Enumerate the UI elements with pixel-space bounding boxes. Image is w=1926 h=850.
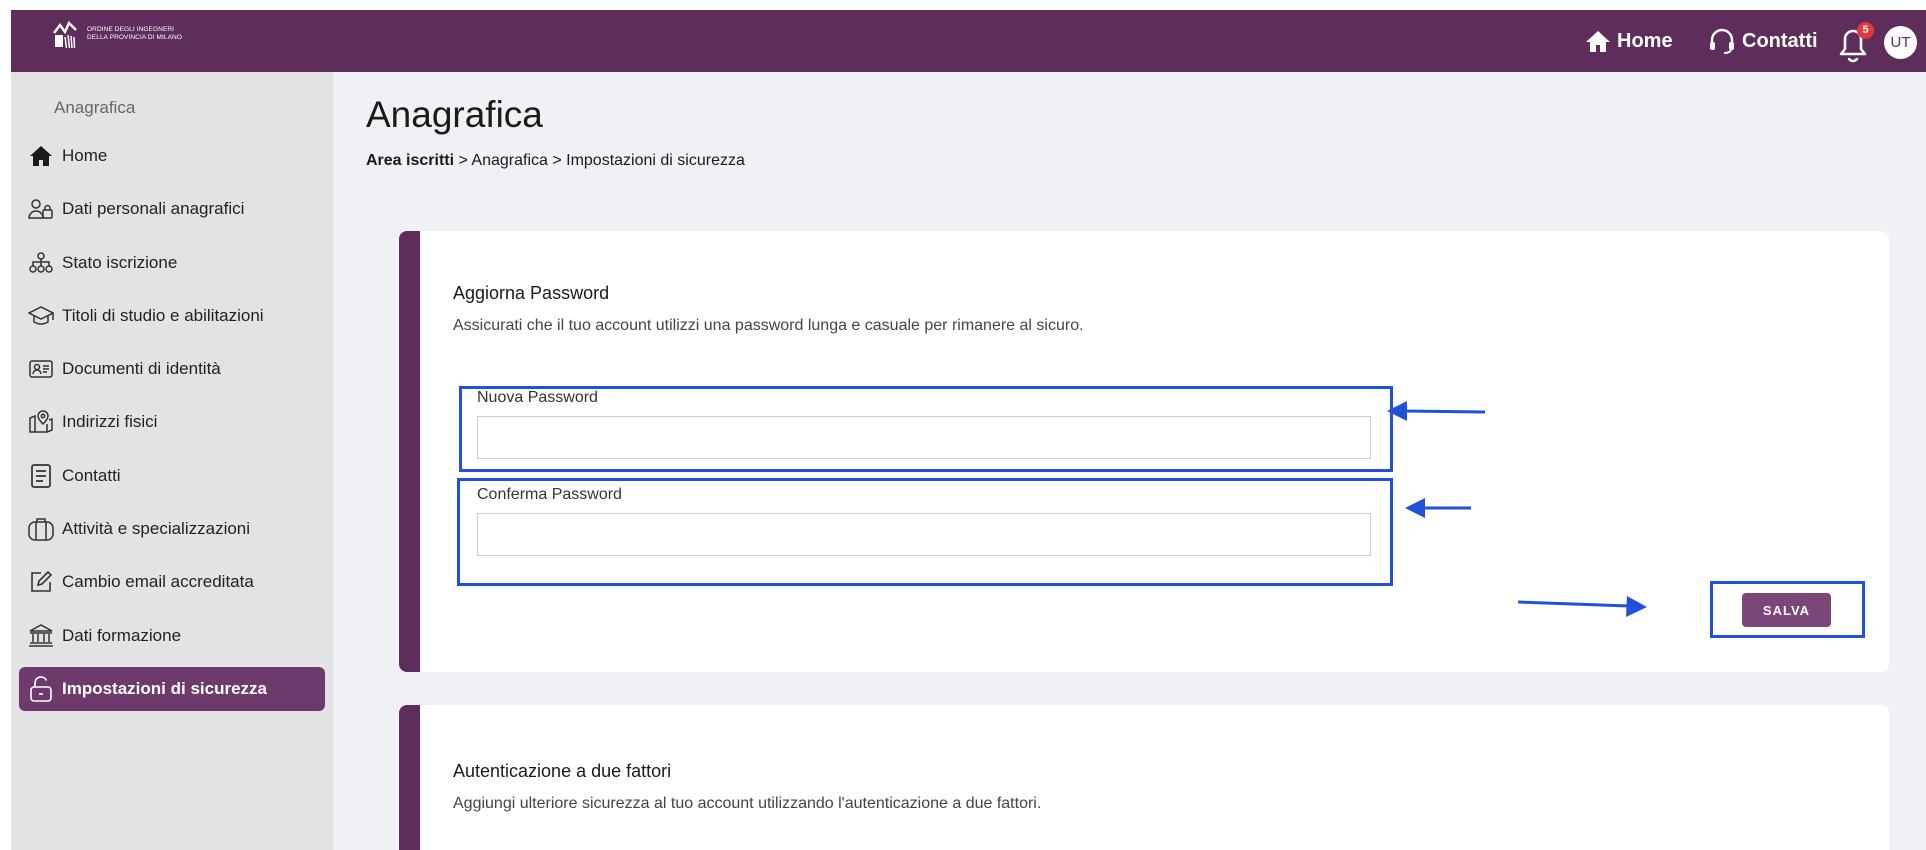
- app-frame: ORDINE DEGLI INGEGNERI DELLA PROVINCIA D…: [11, 10, 1926, 850]
- annotation-arrow-confirm-password: [1405, 498, 1471, 518]
- annotation-arrow-save: [1517, 596, 1647, 617]
- annotation-arrows: [1387, 401, 1647, 617]
- annotation-arrow-new-password: [1387, 401, 1486, 421]
